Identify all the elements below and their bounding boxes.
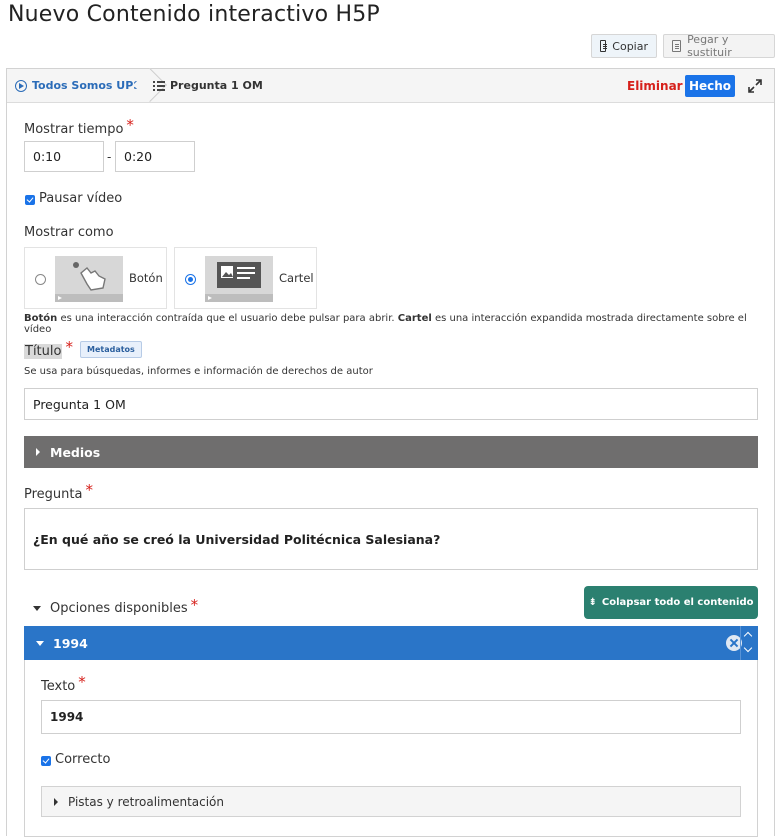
option-item-header[interactable]: 1994 <box>24 626 758 660</box>
poster-option-label: Cartel <box>279 271 314 285</box>
breadcrumb-current: Pregunta 1 OM <box>153 69 263 102</box>
title-help: Se usa para búsquedas, informes e inform… <box>24 366 373 377</box>
paste-icon <box>672 40 682 52</box>
paste-replace-button[interactable]: Pegar y sustituir <box>663 33 775 59</box>
title-label: Título * <box>24 338 73 359</box>
media-section-label: Medios <box>50 444 101 460</box>
breadcrumb-root-label: Todos Somos UPS <box>32 79 142 92</box>
pause-video-label: Pausar vídeo <box>39 191 123 206</box>
button-option-label: Botón <box>129 271 163 285</box>
caret-right-icon <box>36 448 40 456</box>
poster-preview-image <box>205 256 273 302</box>
hand-pointer-icon <box>73 262 106 291</box>
paste-label: Pegar y sustituir <box>687 33 732 59</box>
pause-video-checkbox[interactable] <box>25 195 35 205</box>
copy-label: Copiar <box>612 39 648 53</box>
poster-radio[interactable] <box>185 274 196 285</box>
hints-feedback-toggle[interactable]: Pistas y retroalimentación <box>41 786 741 817</box>
move-up-icon[interactable] <box>743 631 753 641</box>
caret-down-icon <box>33 605 41 611</box>
button-radio[interactable] <box>35 274 46 285</box>
reorder-controls <box>740 626 757 660</box>
title-input[interactable]: Pregunta 1 OM <box>24 388 758 420</box>
fullscreen-icon[interactable] <box>747 78 763 94</box>
display-time-label: Mostrar tiempo * <box>24 116 134 137</box>
copy-button[interactable]: Copiar <box>591 34 657 58</box>
collapse-icon: ⇟ <box>588 597 597 608</box>
time-from-input[interactable]: 0:10 <box>24 141 104 172</box>
delete-button[interactable]: Eliminar <box>627 69 683 102</box>
breadcrumb-root[interactable]: Todos Somos UPS <box>15 69 141 102</box>
breadcrumb: Todos Somos UPS Pregunta 1 OM Eliminar H… <box>7 68 774 103</box>
collapse-all-label: Colapsar todo el contenido <box>601 597 754 608</box>
display-as-label: Mostrar como <box>24 225 114 240</box>
collapse-all-button[interactable]: ⇟ Colapsar todo el contenido <box>584 586 758 619</box>
page-title: Nuevo Contenido interactivo H5P <box>8 2 380 27</box>
hints-feedback-label: Pistas y retroalimentación <box>68 794 225 809</box>
text-label: Texto * <box>41 673 86 694</box>
copy-icon <box>600 40 608 52</box>
display-as-help: Botón es una interacción contraída que e… <box>24 313 747 335</box>
question-editor[interactable]: ¿En qué año se creó la Universidad Polit… <box>24 508 758 570</box>
options-label: Opciones disponibles <box>50 600 188 616</box>
breadcrumb-current-label: Pregunta 1 OM <box>170 79 263 92</box>
caret-down-icon <box>36 640 44 646</box>
option-item-title: 1994 <box>53 635 88 651</box>
interaction-editor: Todos Somos UPS Pregunta 1 OM Eliminar H… <box>6 68 775 837</box>
correct-checkbox[interactable] <box>41 756 51 766</box>
correct-label: Correcto <box>55 752 111 767</box>
image-card-icon <box>217 262 261 288</box>
display-as-button-option[interactable]: Botón <box>24 247 167 309</box>
time-to-input[interactable]: 0:20 <box>115 141 195 172</box>
option-text-input[interactable]: 1994 <box>41 700 741 734</box>
play-circle-icon <box>15 79 27 92</box>
done-button[interactable]: Hecho <box>685 75 735 97</box>
media-section-toggle[interactable]: Medios <box>24 436 758 468</box>
caret-right-icon <box>54 797 58 806</box>
option-item-body: Texto * 1994 Correcto Pistas y retroalime… <box>24 660 758 837</box>
display-as-poster-option[interactable]: Cartel <box>174 247 317 309</box>
time-separator: - <box>107 150 112 164</box>
options-toggle[interactable]: Opciones disponibles * <box>33 596 198 617</box>
button-preview-image <box>55 256 123 302</box>
move-down-icon[interactable] <box>743 643 753 653</box>
metadata-button[interactable]: Metadatos <box>80 341 142 358</box>
list-icon <box>153 81 165 91</box>
question-label: Pregunta * <box>24 481 93 502</box>
